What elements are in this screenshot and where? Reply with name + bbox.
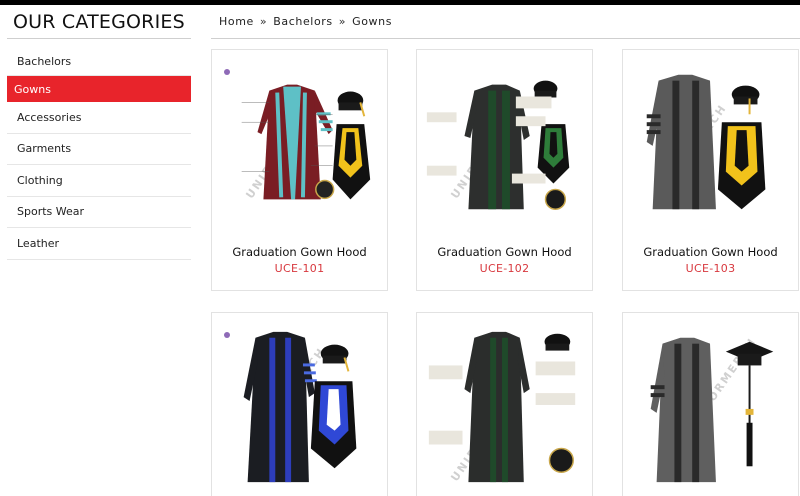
sidebar-title: OUR CATEGORIES — [7, 5, 191, 39]
breadcrumb-separator-icon: » — [338, 15, 347, 28]
category-sidebar: OUR CATEGORIES Bachelors Gowns Accessori… — [7, 5, 191, 260]
badge-dot — [224, 332, 230, 338]
product-sku: UCE-103 — [685, 262, 736, 275]
grey-gown-gold-hood-icon: UNIFORMERCH — [646, 74, 766, 210]
breadcrumb-home[interactable]: Home — [219, 15, 254, 28]
category-item-clothing[interactable]: Clothing — [7, 165, 191, 197]
product-card[interactable]: UNIFORMERCH Graduation Gown Hood UCE-101 — [211, 49, 388, 291]
black-green-gown-icon: UNIFORMERCH — [426, 80, 570, 210]
product-card[interactable]: UNIFORMERCH Graduation Gown Hood UCE-102 — [416, 49, 593, 291]
maroon-gown-teal-hood-icon: UNIFORMERCH — [241, 84, 371, 201]
badge-dot — [224, 69, 230, 75]
category-list: Bachelors Gowns Accessories Garments Clo… — [7, 48, 191, 260]
black-blue-gown-icon: UNIFORMERCH — [243, 331, 357, 483]
product-sku: UCE-101 — [274, 262, 325, 275]
product-sku: UCE-102 — [479, 262, 530, 275]
category-item-leather[interactable]: Leather — [7, 228, 191, 260]
breadcrumb: Home » Bachelors » Gowns — [211, 5, 800, 39]
category-item-sports-wear[interactable]: Sports Wear — [7, 197, 191, 228]
product-name[interactable]: Graduation Gown Hood — [212, 245, 387, 259]
grey-gown-cap-tassel-icon: UNIFORMERCH — [650, 335, 774, 483]
product-card[interactable]: UNIFORMERCH — [622, 312, 799, 496]
category-item-gowns[interactable]: Gowns — [7, 76, 191, 102]
product-name[interactable]: Graduation Gown Hood — [417, 245, 592, 259]
black-green-gown-custom-icon: UNIFORMERCH — [428, 331, 576, 484]
product-name[interactable]: Graduation Gown Hood — [623, 245, 798, 259]
category-item-garments[interactable]: Garments — [7, 134, 191, 165]
product-card[interactable]: UNIFORMERCH — [416, 312, 593, 496]
breadcrumb-separator-icon: » — [259, 15, 268, 28]
breadcrumb-bachelors[interactable]: Bachelors — [273, 15, 333, 28]
breadcrumb-gowns[interactable]: Gowns — [352, 15, 392, 28]
product-card[interactable]: UNIFORMERCH — [211, 312, 388, 496]
category-item-bachelors[interactable]: Bachelors — [7, 48, 191, 76]
category-item-accessories[interactable]: Accessories — [7, 102, 191, 134]
product-card[interactable]: UNIFORMERCH Graduation Gown Hood UCE-103 — [622, 49, 799, 291]
